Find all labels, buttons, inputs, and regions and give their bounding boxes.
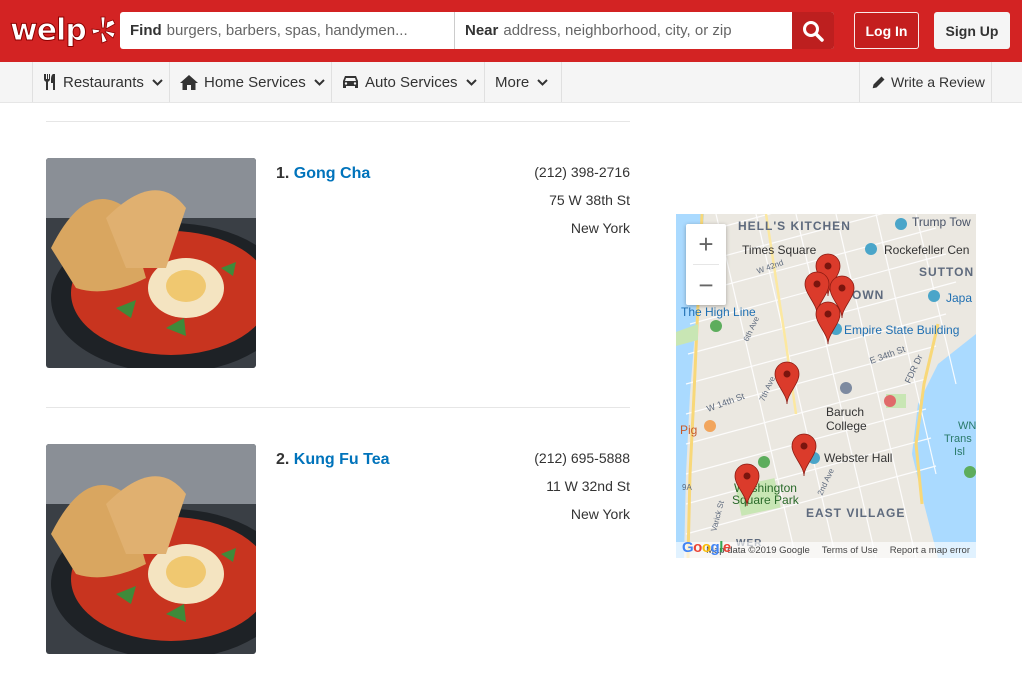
- city: New York: [570, 220, 630, 236]
- nav-home-services[interactable]: Home Services: [170, 62, 332, 102]
- map-label-9a: 9A: [682, 483, 692, 492]
- map-label-midtown: OWN: [852, 288, 884, 302]
- utensils-icon: [43, 74, 57, 90]
- result-title: 2. Kung Fu Tea: [276, 451, 390, 469]
- google-logo[interactable]: Google: [682, 539, 731, 556]
- search-bar: Find burgers, barbers, spas, handymen...…: [120, 12, 834, 49]
- category-nav: Restaurants Home Services Auto Services …: [0, 62, 1022, 103]
- divider: [46, 121, 630, 122]
- map-label-pig: Pig: [680, 423, 697, 437]
- map-label-japan: Japa: [946, 291, 972, 305]
- pencil-icon: [872, 76, 885, 89]
- map-label-empire-state: Empire State Building: [844, 323, 959, 337]
- map-label-square-park: Square Park: [732, 493, 800, 507]
- near-label: Near: [465, 22, 499, 39]
- login-button[interactable]: Log In: [854, 12, 919, 49]
- near-placeholder: address, neighborhood, city, or zip: [503, 22, 732, 39]
- map-label-east-village: EAST VILLAGE: [806, 506, 905, 520]
- map-terms-link[interactable]: Terms of Use: [822, 545, 878, 556]
- signup-button[interactable]: Sign Up: [934, 12, 1010, 49]
- results-map[interactable]: HELL'S KITCHEN Trump Tow Times Square Ro…: [676, 214, 976, 558]
- nav-restaurants-label: Restaurants: [63, 73, 144, 91]
- house-icon: [180, 74, 198, 90]
- find-input[interactable]: Find burgers, barbers, spas, handymen...: [120, 12, 455, 49]
- result-rank: 1.: [276, 165, 290, 182]
- map-label-wn: WN: [958, 420, 976, 432]
- divider: [46, 407, 630, 408]
- result-info: (212) 398-2716 75 W 38th St New York: [534, 158, 630, 242]
- write-review-link[interactable]: Write a Review: [859, 62, 992, 102]
- city: New York: [570, 506, 630, 522]
- phone-number: (212) 398-2716: [534, 164, 630, 180]
- map-label-times-square: Times Square: [742, 243, 817, 257]
- map-label-isl: Isl: [954, 446, 965, 458]
- nav-restaurants[interactable]: Restaurants: [32, 62, 170, 102]
- car-icon: [342, 75, 359, 89]
- business-name-link[interactable]: Kung Fu Tea: [294, 451, 390, 468]
- zoom-in-button[interactable]: +: [686, 224, 726, 264]
- map-label-trans: Trans: [944, 433, 972, 445]
- nav-auto-services-label: Auto Services: [365, 73, 458, 91]
- nav-auto-services[interactable]: Auto Services: [332, 62, 485, 102]
- chevron-down-icon: [313, 78, 325, 86]
- map-label-rockefeller: Rockefeller Cen: [884, 243, 969, 257]
- street-address: 75 W 38th St: [549, 192, 630, 208]
- near-input[interactable]: Near address, neighborhood, city, or zip: [455, 12, 792, 49]
- zoom-controls: + −: [686, 224, 726, 305]
- map-report-link[interactable]: Report a map error: [890, 545, 970, 556]
- result-title: 1. Gong Cha: [276, 165, 370, 183]
- logo-text: welp: [10, 12, 88, 48]
- map-label-high-line: The High Line: [681, 305, 756, 319]
- top-header: welp Find burgers, barbers, spas, handym…: [0, 0, 1022, 62]
- search-button[interactable]: [792, 12, 834, 49]
- nav-home-services-label: Home Services: [204, 73, 306, 91]
- map-label-hells-kitchen: HELL'S KITCHEN: [738, 219, 851, 233]
- welp-logo[interactable]: welp: [10, 10, 118, 50]
- burst-icon: [91, 16, 116, 44]
- map-label-college: College: [826, 419, 867, 433]
- chevron-down-icon: [465, 78, 477, 86]
- food-photo-image: [46, 158, 256, 368]
- find-label: Find: [130, 22, 162, 39]
- street-address: 11 W 32nd St: [546, 478, 630, 494]
- map-label-baruch: Baruch: [826, 405, 864, 419]
- result-rank: 2.: [276, 451, 290, 468]
- result-info: (212) 695-5888 11 W 32nd St New York: [534, 444, 630, 528]
- find-placeholder: burgers, barbers, spas, handymen...: [166, 22, 408, 39]
- nav-more-label: More: [495, 73, 530, 91]
- search-icon: [803, 20, 824, 42]
- write-review-label: Write a Review: [891, 74, 985, 90]
- phone-number: (212) 695-5888: [534, 450, 630, 466]
- map-label-webster-hall: Webster Hall: [824, 451, 892, 465]
- result-photo[interactable]: [46, 158, 256, 368]
- business-name-link[interactable]: Gong Cha: [294, 165, 370, 182]
- chevron-down-icon: [152, 78, 163, 86]
- nav-more[interactable]: More: [485, 62, 562, 102]
- map-label-sutton: SUTTON: [919, 265, 974, 279]
- result-photo[interactable]: [46, 444, 256, 654]
- zoom-out-button[interactable]: −: [686, 265, 726, 305]
- chevron-down-icon: [537, 78, 548, 86]
- map-label-trump: Trump Tow: [912, 215, 971, 229]
- food-photo-image: [46, 444, 256, 654]
